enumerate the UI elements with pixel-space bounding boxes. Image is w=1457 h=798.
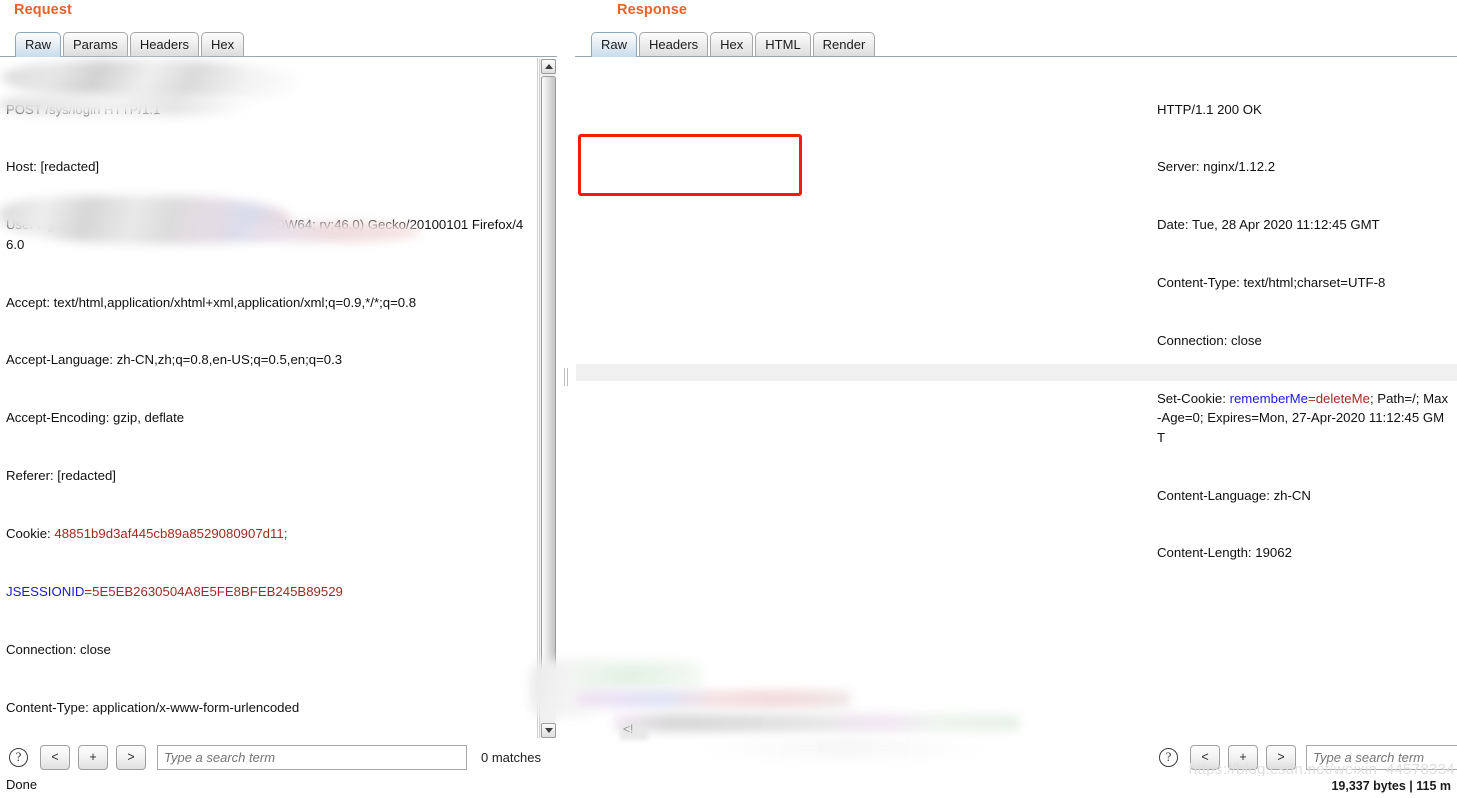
request-line-user-agent: User-Agent: Mozilla/5.0 (Windows NT 10.0… xyxy=(6,217,524,252)
help-icon[interactable]: ? xyxy=(1159,747,1178,767)
status-text: Done xyxy=(6,777,38,792)
search-next-button[interactable]: > xyxy=(116,744,146,770)
cookie-prefix-text: Cookie: xyxy=(6,526,55,542)
set-cookie-value: deleteMe xyxy=(1315,391,1370,407)
request-line-content-type: Content-Type: application/x-www-form-url… xyxy=(6,699,300,715)
tab-response-hex[interactable]: Hex xyxy=(710,32,754,57)
chevron-up-icon xyxy=(544,64,553,69)
search-add-button[interactable]: + xyxy=(1228,744,1258,770)
jsessionid-key: JSESSIONID xyxy=(6,584,85,600)
response-line-connection: Connection: close xyxy=(1157,333,1262,349)
response-line-server: Server: nginx/1.12.2 xyxy=(1157,159,1276,175)
request-panel-title: Request xyxy=(14,2,72,18)
request-line-accept: Accept: text/html,application/xhtml+xml,… xyxy=(6,294,417,310)
search-add-button[interactable]: + xyxy=(78,744,108,770)
response-tab-underline xyxy=(575,56,1457,57)
request-line-referer: Referer: [redacted] xyxy=(6,468,116,484)
request-line-cookie: Cookie: 48851b9d3af445cb89a8529080907d11… xyxy=(6,524,531,543)
response-line-content-language: Content-Language: zh-CN xyxy=(1157,487,1311,503)
set-cookie-equals: = xyxy=(1308,391,1316,407)
tab-response-render[interactable]: Render xyxy=(812,32,876,57)
response-search-bar: ? < + > 0 mat xyxy=(1150,738,1457,776)
response-line-status: HTTP/1.1 200 OK xyxy=(1157,101,1262,117)
search-next-button[interactable]: > xyxy=(1266,744,1296,770)
set-cookie-prefix: Set-Cookie: xyxy=(1157,391,1230,407)
request-line-accept-encoding: Accept-Encoding: gzip, deflate xyxy=(6,410,185,426)
response-tabstrip: Raw Headers Hex HTML Render xyxy=(591,30,877,57)
pane-divider[interactable] xyxy=(558,0,574,798)
request-raw-editor[interactable]: POST /sys/login HTTP/1.1 Host: [redacted… xyxy=(0,58,538,738)
tab-response-html[interactable]: HTML xyxy=(755,32,811,57)
chevron-down-icon xyxy=(544,728,553,733)
request-editor-scrollbar[interactable] xyxy=(539,59,556,738)
request-line-jsessionid: JSESSIONID=5E5EB2630504A8E5FE8BFEB245B89… xyxy=(6,582,531,601)
divider-grip-icon xyxy=(564,368,568,386)
tab-response-headers[interactable]: Headers xyxy=(639,32,709,57)
tab-request-headers[interactable]: Headers xyxy=(129,32,199,57)
set-cookie-name: rememberMe xyxy=(1229,391,1308,407)
response-panel-title: Response xyxy=(617,2,688,18)
burp-suite-request-response-view: Request Raw Params Headers Hex POST /sys… xyxy=(0,0,1457,798)
jsessionid-equals: = xyxy=(84,584,93,600)
tab-request-raw[interactable]: Raw xyxy=(15,32,62,57)
scroll-down-button[interactable] xyxy=(541,723,556,738)
response-body-fragment: <! xyxy=(623,722,634,736)
search-input[interactable] xyxy=(157,744,467,770)
help-icon[interactable]: ? xyxy=(9,747,28,767)
cookie-session-id-value: 48851b9d3af445cb89a8529080907d11; xyxy=(54,526,288,542)
response-panel: Response Raw Headers Hex HTML Render HTT… xyxy=(575,0,1457,798)
status-bar: Done 19,337 bytes | 115 m xyxy=(0,776,1457,798)
request-line-host: Host: [redacted] xyxy=(6,159,100,175)
request-line-request-line: POST /sys/login HTTP/1.1 xyxy=(6,101,161,117)
response-line-content-type: Content-Type: text/html;charset=UTF-8 xyxy=(1157,275,1386,291)
jsessionid-value: 5E5EB2630504A8E5FE8BFEB245B89529 xyxy=(92,584,343,600)
request-tab-underline xyxy=(0,56,557,57)
response-line-set-cookie: Set-Cookie: rememberMe=deleteMe; Path=/;… xyxy=(1157,389,1451,447)
search-prev-button[interactable]: < xyxy=(40,744,70,770)
request-line-connection: Connection: close xyxy=(6,641,111,657)
search-prev-button[interactable]: < xyxy=(1190,744,1220,770)
scrollbar-thumb[interactable] xyxy=(541,76,556,684)
tab-request-hex[interactable]: Hex xyxy=(200,32,245,57)
response-line-date: Date: Tue, 28 Apr 2020 11:12:45 GMT xyxy=(1157,217,1380,233)
request-tabstrip: Raw Params Headers Hex xyxy=(15,30,246,57)
tab-response-raw[interactable]: Raw xyxy=(591,32,638,57)
request-panel: Request Raw Params Headers Hex POST /sys… xyxy=(0,0,557,798)
scroll-up-button[interactable] xyxy=(541,59,556,74)
request-line-accept-language: Accept-Language: zh-CN,zh;q=0.8,en-US;q=… xyxy=(6,352,343,368)
response-size-label: 19,337 bytes | 115 m xyxy=(1331,779,1451,793)
match-count-label: 0 matches xyxy=(481,749,541,765)
response-line-content-length: Content-Length: 19062 xyxy=(1157,545,1292,561)
request-search-bar: ? < + > 0 matches xyxy=(0,738,557,776)
search-input[interactable] xyxy=(1306,744,1457,770)
response-raw-editor[interactable]: HTTP/1.1 200 OK Server: nginx/1.12.2 Dat… xyxy=(1151,58,1457,738)
tab-request-params[interactable]: Params xyxy=(63,32,128,57)
